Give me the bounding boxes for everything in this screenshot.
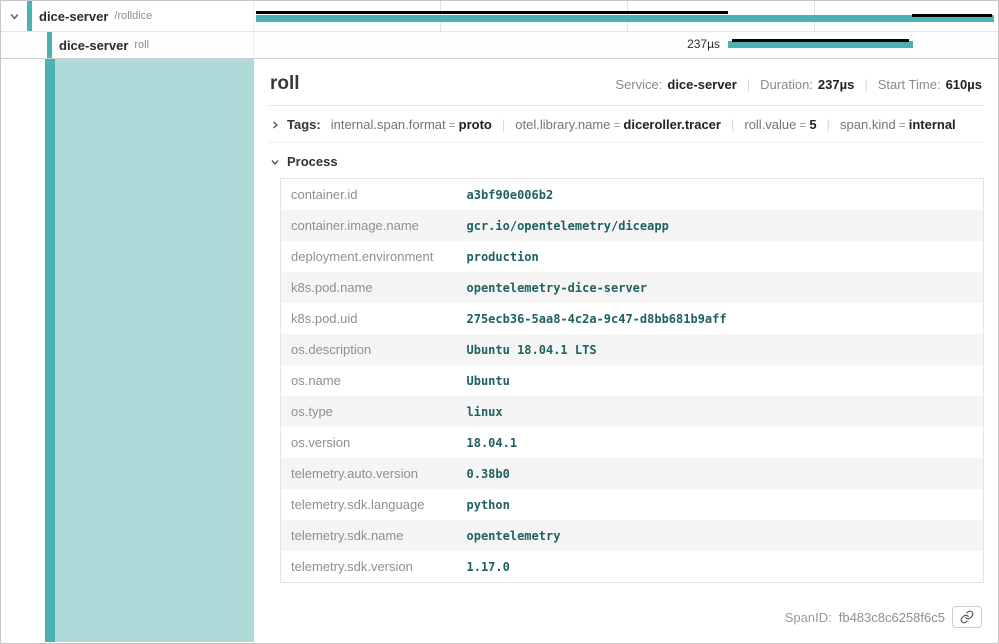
operation-name: roll <box>134 39 149 51</box>
tag-separator: | <box>502 117 505 132</box>
process-key: telemetry.sdk.language <box>281 489 457 520</box>
process-value: python <box>457 489 984 520</box>
process-row: container.ida3bf90e006b2 <box>281 179 984 211</box>
tag-roll.value: roll.value=5 <box>744 117 816 132</box>
service-name: dice-server <box>39 9 108 24</box>
tags-accordion[interactable]: Tags: internal.span.format=proto | otel.li… <box>268 106 984 143</box>
process-key: telemetry.sdk.name <box>281 520 457 551</box>
tag-internal.span.format: internal.span.format=proto <box>331 117 492 132</box>
process-key: os.version <box>281 427 457 458</box>
tag-span.kind: span.kind=internal <box>840 117 956 132</box>
process-value: Ubuntu 18.04.1 LTS <box>457 334 984 365</box>
span-bar-roll[interactable] <box>728 41 913 48</box>
process-key: telemetry.sdk.version <box>281 551 457 583</box>
link-icon <box>960 610 974 624</box>
process-row: deployment.environmentproduction <box>281 241 984 272</box>
process-row: os.typelinux <box>281 396 984 427</box>
process-value: 1.17.0 <box>457 551 984 583</box>
stat-divider: | <box>864 77 867 92</box>
detail-header: roll Service:dice-server | Duration:237µ… <box>268 67 984 106</box>
process-table-body: container.ida3bf90e006b2container.image.… <box>281 179 984 583</box>
span-detail-area: roll Service:dice-server | Duration:237µ… <box>1 59 998 642</box>
process-key: k8s.pod.name <box>281 272 457 303</box>
process-key: os.type <box>281 396 457 427</box>
process-accordion[interactable]: Process <box>268 143 984 178</box>
critical-path-segment <box>732 39 909 42</box>
process-value: Ubuntu <box>457 365 984 396</box>
critical-path-segment <box>912 14 992 17</box>
span-row-rolldice-timeline <box>254 1 998 31</box>
process-key: container.image.name <box>281 210 457 241</box>
process-value: gcr.io/opentelemetry/diceapp <box>457 210 984 241</box>
detail-footer: SpanID: fb483c8c6258f6c5 <box>268 598 984 636</box>
span-bar-rolldice[interactable] <box>256 15 994 22</box>
operation-name: /rolldice <box>114 10 152 22</box>
process-value: 275ecb36-5aa8-4c2a-9c47-d8bb681b9aff <box>457 303 984 334</box>
span-color-strip <box>47 32 52 58</box>
process-key: k8s.pod.uid <box>281 303 457 334</box>
span-row-rolldice[interactable]: dice-server /rolldice <box>1 1 998 32</box>
process-value: 18.04.1 <box>457 427 984 458</box>
span-row-rolldice-label: dice-server /rolldice <box>1 1 254 31</box>
tag-otel.library.name: otel.library.name=diceroller.tracer <box>515 117 721 132</box>
process-key: telemetry.auto.version <box>281 458 457 489</box>
process-value: linux <box>457 396 984 427</box>
span-stats: Service:dice-server | Duration:237µs | S… <box>615 77 982 92</box>
stat-service: Service:dice-server <box>615 77 736 92</box>
process-row: os.nameUbuntu <box>281 365 984 396</box>
selected-span-highlight <box>55 59 254 642</box>
span-timeline: dice-server /rolldice dice-server roll 2… <box>1 1 998 59</box>
process-row: os.descriptionUbuntu 18.04.1 LTS <box>281 334 984 365</box>
span-detail-panel: roll Service:dice-server | Duration:237µ… <box>254 59 998 642</box>
spanid-label: SpanID: <box>785 610 832 625</box>
process-key-value-table: container.ida3bf90e006b2container.image.… <box>280 178 984 583</box>
process-row: os.version18.04.1 <box>281 427 984 458</box>
trace-detail-view: dice-server /rolldice dice-server roll 2… <box>0 0 999 644</box>
span-duration-label: 237µs <box>644 37 720 51</box>
chevron-down-icon <box>270 157 280 167</box>
stat-start-time: Start Time:610µs <box>878 77 982 92</box>
span-row-roll-label: dice-server roll <box>1 32 254 58</box>
process-row: telemetry.auto.version0.38b0 <box>281 458 984 489</box>
detail-left-gutter <box>1 59 254 642</box>
process-row: telemetry.sdk.languagepython <box>281 489 984 520</box>
process-row: k8s.pod.uid275ecb36-5aa8-4c2a-9c47-d8bb6… <box>281 303 984 334</box>
stat-duration: Duration:237µs <box>760 77 854 92</box>
tag-separator: | <box>731 117 734 132</box>
process-key: container.id <box>281 179 457 211</box>
process-row: container.image.namegcr.io/opentelemetry… <box>281 210 984 241</box>
span-title: roll <box>270 73 300 95</box>
process-value: production <box>457 241 984 272</box>
critical-path-segment <box>256 11 728 14</box>
chevron-right-icon <box>270 120 280 130</box>
chevron-down-icon[interactable] <box>1 11 27 22</box>
process-row: telemetry.sdk.nameopentelemetry <box>281 520 984 551</box>
span-accent-strip <box>45 59 55 642</box>
span-row-roll-timeline: 237µs <box>254 32 998 58</box>
span-color-strip <box>27 1 32 31</box>
span-row-roll[interactable]: dice-server roll 237µs <box>1 32 998 58</box>
process-label: Process <box>287 154 338 169</box>
tags-list: internal.span.format=proto | otel.library.… <box>331 117 956 132</box>
process-key: os.name <box>281 365 457 396</box>
process-value: opentelemetry-dice-server <box>457 272 984 303</box>
process-row: telemetry.sdk.version1.17.0 <box>281 551 984 583</box>
stat-divider: | <box>747 77 750 92</box>
process-key: deployment.environment <box>281 241 457 272</box>
tags-label: Tags: <box>287 117 321 132</box>
process-row: k8s.pod.nameopentelemetry-dice-server <box>281 272 984 303</box>
spanid-value: fb483c8c6258f6c5 <box>839 610 945 625</box>
process-value: opentelemetry <box>457 520 984 551</box>
tag-separator: | <box>827 117 830 132</box>
process-key: os.description <box>281 334 457 365</box>
process-value: 0.38b0 <box>457 458 984 489</box>
service-name: dice-server <box>59 38 128 53</box>
process-value: a3bf90e006b2 <box>457 179 984 211</box>
deep-link-button[interactable] <box>952 606 982 628</box>
